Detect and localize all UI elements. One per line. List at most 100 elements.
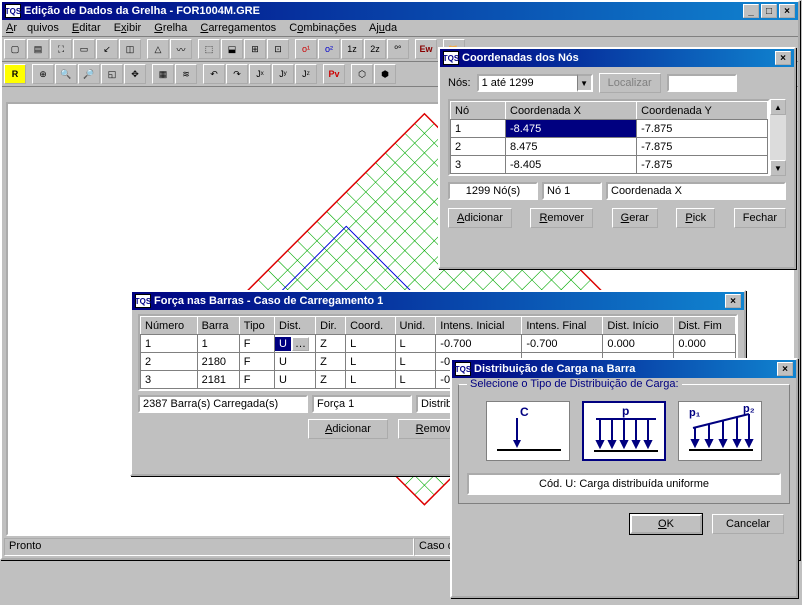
col-di[interactable]: Dist. Início [603, 317, 674, 335]
col-no[interactable]: Nó [451, 102, 506, 120]
dist-legend: Selecione o Tipo de Distribuição de Carg… [467, 378, 682, 390]
footer-barras: 2387 Barra(s) Carregada(s) [138, 395, 308, 413]
pan-icon[interactable]: ✥ [124, 64, 146, 84]
nos-combo[interactable]: 1 até 1299 ▼ [477, 74, 593, 92]
dist-option-trapezoidal[interactable]: p₁ p₂ [678, 401, 762, 461]
col-dist[interactable]: Dist. [275, 317, 316, 335]
menu-ajuda[interactable]: Ajuda [369, 22, 397, 34]
nos-value[interactable]: 1 até 1299 [477, 74, 577, 92]
tool-1[interactable]: ▢ [4, 39, 26, 59]
tool-14[interactable]: o² [318, 39, 340, 59]
ok-button[interactable]: OK [630, 514, 702, 534]
coord-titlebar[interactable]: TQS Coordenadas dos Nós × [440, 49, 794, 67]
scroll-up-icon[interactable]: ▲ [770, 99, 786, 115]
menu-exibir[interactable]: Exibir [114, 22, 142, 34]
tool-6[interactable]: ◫ [119, 39, 141, 59]
menubar: Arquivos Editar Exibir Grelha Carregamen… [2, 20, 798, 37]
view3d-2-icon[interactable]: ⬢ [374, 64, 396, 84]
app-icon: TQS [443, 51, 459, 65]
table-row[interactable]: 2 8.475 -7.875 [451, 138, 768, 156]
axis-x-icon[interactable]: Jˣ [249, 64, 271, 84]
table-row[interactable]: 3 -8.405 -7.875 [451, 156, 768, 174]
forca-close-button[interactable]: × [725, 294, 741, 308]
col-x[interactable]: Coordenada X [506, 102, 637, 120]
tool-8[interactable]: 〰 [170, 39, 192, 59]
zoom-window-icon[interactable]: ◱ [101, 64, 123, 84]
coord-title: Coordenadas dos Nós [462, 52, 775, 64]
tool-12[interactable]: ⊡ [267, 39, 289, 59]
col-if[interactable]: Intens. Final [522, 317, 603, 335]
table-row[interactable]: 1 1 F U… Z L L -0.700 -0.700 0.000 0.000 [141, 335, 736, 353]
chevron-down-icon[interactable]: ▼ [577, 74, 593, 92]
axis-z-icon[interactable]: Jᶻ [295, 64, 317, 84]
menu-grelha[interactable]: Grelha [154, 22, 187, 34]
tool-2[interactable]: ▤ [27, 39, 49, 59]
zoom-fit-icon[interactable]: ⊕ [32, 64, 54, 84]
col-ii[interactable]: Intens. Inicial [436, 317, 522, 335]
col-df[interactable]: Dist. Fim [674, 317, 736, 335]
dist-title: Distribuição de Carga na Barra [474, 363, 777, 375]
remover-button[interactable]: Remover [530, 208, 593, 228]
layers-icon[interactable]: ≋ [175, 64, 197, 84]
svg-text:p₂: p₂ [743, 403, 755, 415]
search-input[interactable] [667, 74, 737, 92]
zoom-in-icon[interactable]: 🔍 [55, 64, 77, 84]
pv-icon[interactable]: Pv [323, 64, 345, 84]
view3d-1-icon[interactable]: ⬡ [351, 64, 373, 84]
tool-18[interactable]: Eᴡ [415, 39, 437, 59]
gerar-button[interactable]: Gerar [612, 208, 658, 228]
pick-button[interactable]: Pick [676, 208, 715, 228]
col-numero[interactable]: Número [141, 317, 198, 335]
localizar-button[interactable]: Localizar [599, 73, 661, 93]
menu-editar[interactable]: Editar [72, 22, 101, 34]
tool-15[interactable]: 1z [341, 39, 363, 59]
tool-9[interactable]: ⬚ [198, 39, 220, 59]
maximize-button[interactable]: □ [761, 4, 777, 18]
tool-4[interactable]: ▭ [73, 39, 95, 59]
footer-no: Nó 1 [542, 182, 602, 200]
col-y[interactable]: Coordenada Y [637, 102, 768, 120]
ellipsis-button[interactable]: … [292, 337, 309, 351]
close-button[interactable]: × [779, 4, 795, 18]
dist-close-button[interactable]: × [777, 362, 793, 376]
cancelar-button[interactable]: Cancelar [712, 514, 784, 534]
col-barra[interactable]: Barra [197, 317, 239, 335]
menu-carregamentos[interactable]: Carregamentos [200, 22, 276, 34]
col-dir[interactable]: Dir. [316, 317, 346, 335]
grid-icon[interactable]: ▦ [152, 64, 174, 84]
forca-titlebar[interactable]: TQS Força nas Barras - Caso de Carregame… [132, 292, 744, 310]
tool-3[interactable]: ⛶ [50, 39, 72, 59]
tool-16[interactable]: 2z [364, 39, 386, 59]
tool-17[interactable]: º° [387, 39, 409, 59]
menu-combinacoes[interactable]: Combinações [289, 22, 356, 34]
tool-11[interactable]: ⊞ [244, 39, 266, 59]
coord-close-button[interactable]: × [775, 51, 791, 65]
dist-option-concentrated[interactable]: C [486, 401, 570, 461]
coord-window: TQS Coordenadas dos Nós × Nós: 1 até 129… [438, 47, 796, 269]
rotate-right-icon[interactable]: ↷ [226, 64, 248, 84]
zoom-out-icon[interactable]: 🔎 [78, 64, 100, 84]
coord-scrollbar[interactable]: ▲ ▼ [770, 99, 786, 176]
table-row[interactable]: 1 -8.475 -7.875 [451, 120, 768, 138]
menu-arquivos[interactable]: Arquivos [6, 22, 59, 34]
rotate-left-icon[interactable]: ↶ [203, 64, 225, 84]
col-coord[interactable]: Coord. [346, 317, 395, 335]
adicionar-button[interactable]: Adicionar [308, 419, 388, 439]
tool-13[interactable]: o¹ [295, 39, 317, 59]
scroll-down-icon[interactable]: ▼ [770, 160, 786, 176]
svg-text:p: p [622, 404, 629, 418]
minimize-button[interactable]: _ [743, 4, 759, 18]
tool-7[interactable]: △ [147, 39, 169, 59]
col-unid[interactable]: Unid. [395, 317, 436, 335]
app-icon: TQS [455, 362, 471, 376]
dist-titlebar[interactable]: TQS Distribuição de Carga na Barra × [452, 360, 796, 378]
dist-option-uniform[interactable]: p [582, 401, 666, 461]
tool-5[interactable]: ↙ [96, 39, 118, 59]
app-icon: TQS [135, 294, 151, 308]
fechar-button[interactable]: Fechar [734, 208, 786, 228]
col-tipo[interactable]: Tipo [239, 317, 274, 335]
tool-10[interactable]: ⬓ [221, 39, 243, 59]
axis-y-icon[interactable]: Jʸ [272, 64, 294, 84]
tool2-1[interactable]: R [4, 64, 26, 84]
adicionar-button[interactable]: Adicionar [448, 208, 512, 228]
